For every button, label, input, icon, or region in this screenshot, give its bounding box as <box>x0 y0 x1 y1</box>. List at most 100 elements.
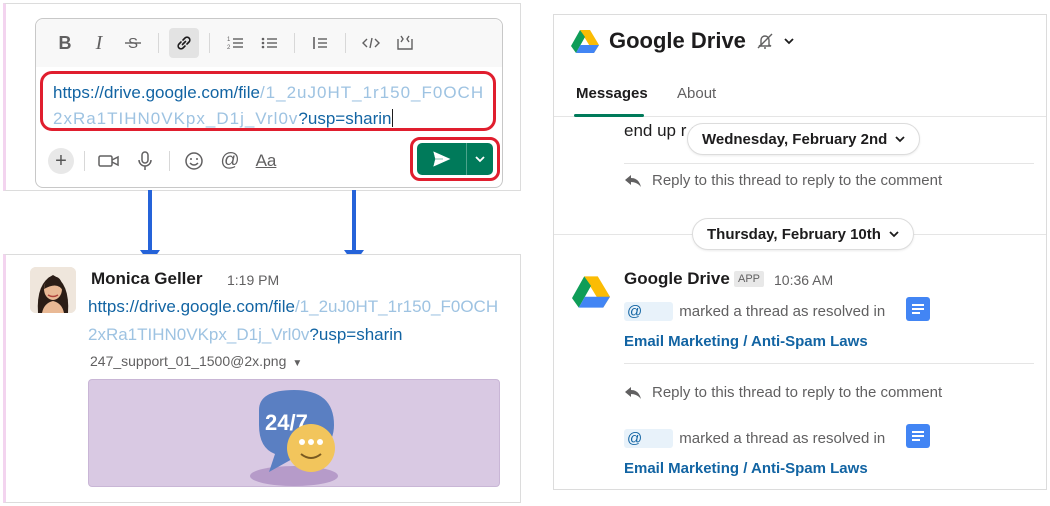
avatar[interactable] <box>30 267 76 313</box>
date-divider-button[interactable]: Wednesday, February 2nd <box>687 123 921 155</box>
bold-button[interactable]: B <box>50 28 80 58</box>
emoji-button[interactable] <box>180 147 208 175</box>
code-block-icon <box>397 35 413 50</box>
date-label: Thursday, February 10th <box>707 225 881 243</box>
posted-message-panel: Monica Geller 1:19 PM https://drive.goog… <box>3 254 521 503</box>
google-docs-icon[interactable] <box>906 424 930 448</box>
link-button[interactable] <box>169 28 199 58</box>
text-cursor <box>391 109 393 127</box>
link-text-visible: https://drive.google.com/file <box>88 297 295 316</box>
reply-arrow-icon <box>625 386 641 399</box>
channel-title[interactable]: Google Drive <box>609 28 746 54</box>
link-text-redacted: /1_2uJ0HT_1r150_F0OCH <box>259 83 485 102</box>
link-text-visible: ?usp=sharin <box>309 325 403 344</box>
link-text-redacted: /1_2uJ0HT_1r150_F0OCH <box>294 297 499 316</box>
audio-clip-button[interactable] <box>131 147 159 175</box>
video-clip-button[interactable] <box>95 147 123 175</box>
channel-tabs: Messages About <box>554 73 1046 117</box>
reply-arrow-icon <box>625 174 641 187</box>
attachment-filename: 247_support_01_1500@2x.png <box>90 353 287 369</box>
blockquote-icon <box>313 37 327 49</box>
reply-prompt[interactable]: Reply to this thread to reply to the com… <box>624 384 942 401</box>
thread-divider <box>624 163 1034 164</box>
strikethrough-button[interactable]: S <box>118 28 148 58</box>
toolbar-divider <box>345 33 346 53</box>
toolbar-divider <box>84 151 85 171</box>
resolved-text: marked a thread as resolved in <box>679 303 886 320</box>
toolbar-divider <box>169 151 170 171</box>
bot-name[interactable]: Google Drive <box>624 269 730 289</box>
caret-down-icon: ▼ <box>292 358 303 369</box>
text-format-button[interactable]: Aa <box>252 147 280 175</box>
attach-plus-button[interactable]: + <box>48 148 74 174</box>
toolbar-divider <box>158 33 159 53</box>
document-link[interactable]: Email Marketing / Anti-Spam Laws <box>624 460 868 477</box>
chevron-down-icon[interactable] <box>784 37 794 45</box>
reply-text: Reply to this thread to reply to the com… <box>652 384 943 401</box>
reply-prompt[interactable]: Reply to this thread to reply to the com… <box>624 172 942 189</box>
chevron-down-icon <box>895 136 905 143</box>
bullet-list-button[interactable] <box>254 28 284 58</box>
formatting-toolbar: B I S 12 <box>36 19 502 67</box>
message-timestamp[interactable]: 1:19 PM <box>227 272 279 288</box>
resolved-text: marked a thread as resolved in <box>679 430 886 447</box>
at-sign-icon: @ <box>220 150 240 171</box>
send-arrow-icon <box>432 150 452 168</box>
ordered-list-button[interactable]: 12 <box>220 28 250 58</box>
code-button[interactable] <box>356 28 386 58</box>
thread-divider <box>624 363 1034 364</box>
chevron-down-icon <box>889 231 899 238</box>
toolbar-divider <box>209 33 210 53</box>
smiley-icon <box>185 152 203 170</box>
sender-name[interactable]: Monica Geller <box>91 269 202 289</box>
link-text-redacted: 2xRa1TIHN0VKpx_D1j_Vrl0v <box>53 109 299 128</box>
channel-header: Google Drive <box>554 15 1046 67</box>
app-badge: APP <box>734 271 765 287</box>
flow-arrow-right <box>344 190 364 264</box>
document-link[interactable]: Email Marketing / Anti-Spam Laws <box>624 333 868 350</box>
schedule-send-button[interactable] <box>467 155 493 163</box>
video-camera-icon <box>98 155 119 167</box>
google-drive-avatar-icon[interactable] <box>572 275 610 309</box>
user-mention[interactable]: @ <box>624 302 674 321</box>
code-block-button[interactable] <box>390 28 420 58</box>
italic-button[interactable]: I <box>84 28 114 58</box>
google-docs-icon[interactable] <box>906 297 930 321</box>
resolved-notice: @ marked a thread as resolved in <box>624 302 885 321</box>
send-button[interactable] <box>417 143 467 175</box>
google-drive-logo-icon <box>571 29 599 53</box>
text-format-icon: Aa <box>255 151 277 170</box>
ordered-list-icon: 12 <box>227 37 243 51</box>
code-icon <box>362 37 380 49</box>
user-mention[interactable]: @ <box>624 429 674 448</box>
bot-timestamp[interactable]: 10:36 AM <box>774 272 833 288</box>
tab-about[interactable]: About <box>677 85 716 102</box>
toolbar-divider <box>294 33 295 53</box>
message-composer: B I S 12 https://drive.google.com/file/1… <box>35 18 503 188</box>
link-text-redacted: 2xRa1TIHN0VKpx_D1j_Vrl0v <box>88 325 310 344</box>
composer-actions: + @ Aa <box>36 135 502 187</box>
svg-text:2: 2 <box>227 45 231 51</box>
blockquote-button[interactable] <box>305 28 335 58</box>
bell-muted-icon[interactable] <box>756 32 774 50</box>
flow-arrow-left <box>140 190 160 264</box>
message-link[interactable]: https://drive.google.com/file/1_2uJ0HT_1… <box>88 293 508 349</box>
reply-text: Reply to this thread to reply to the com… <box>652 172 943 189</box>
message-input[interactable]: https://drive.google.com/file/1_2uJ0HT_1… <box>40 71 496 131</box>
strikethrough-icon: S <box>125 35 141 52</box>
tab-messages[interactable]: Messages <box>576 85 648 102</box>
date-divider-button[interactable]: Thursday, February 10th <box>692 218 914 250</box>
send-highlight <box>410 137 500 181</box>
plus-icon: + <box>55 149 67 172</box>
resolved-notice: @ marked a thread as resolved in <box>624 429 885 448</box>
link-text-visible: https://drive.google.com/file <box>53 83 260 102</box>
bold-icon: B <box>58 32 72 53</box>
composer-panel: B I S 12 https://drive.google.com/file/1… <box>3 3 521 191</box>
attachment-name[interactable]: 247_support_01_1500@2x.png ▼ <box>90 353 302 369</box>
image-preview[interactable]: 24/7 <box>88 379 500 487</box>
mention-button[interactable]: @ <box>216 147 244 175</box>
send-button-group <box>417 143 493 175</box>
date-label: Wednesday, February 2nd <box>702 130 888 148</box>
italic-icon: I <box>95 31 103 54</box>
link-icon <box>177 36 191 50</box>
